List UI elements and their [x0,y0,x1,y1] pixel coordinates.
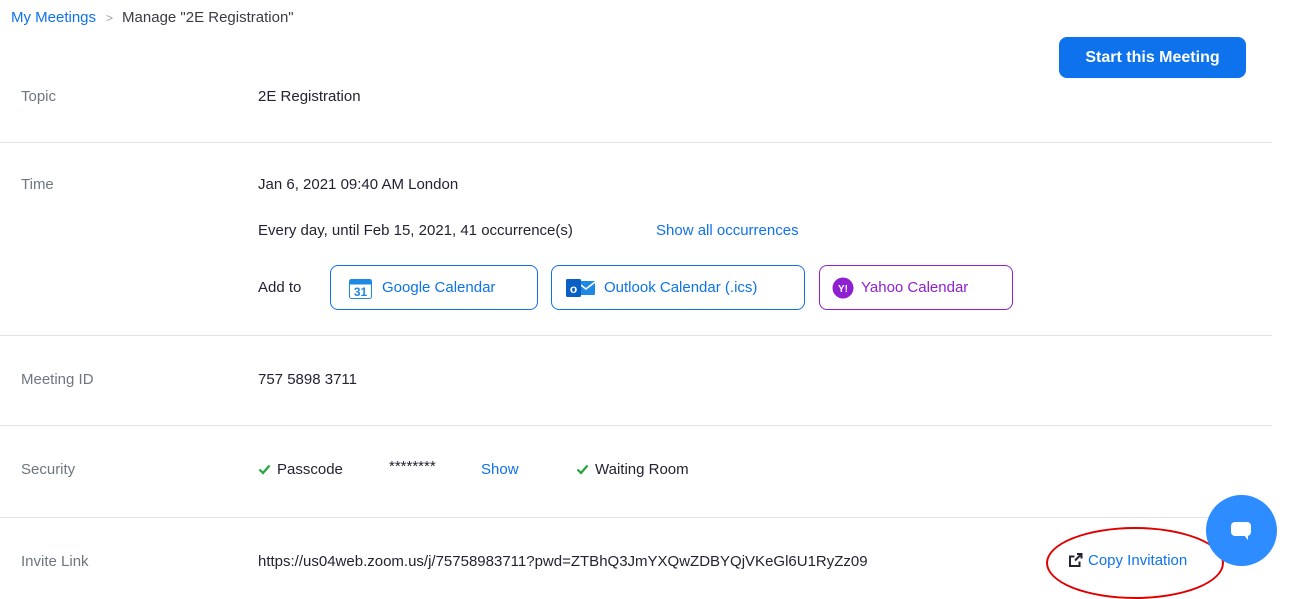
start-meeting-button[interactable]: Start this Meeting [1059,37,1246,78]
passcode-label: Passcode [277,461,343,478]
copy-invitation-label: Copy Invitation [1088,552,1188,569]
time-recurrence: Every day, until Feb 15, 2021, 41 occurr… [258,222,573,239]
google-calendar-button[interactable]: 31 Google Calendar [330,265,538,310]
google-calendar-icon: 31 [349,277,372,299]
divider [0,142,1272,143]
invite-link-url: https://us04web.zoom.us/j/75758983711?pw… [258,553,868,570]
add-to-label: Add to [258,279,302,296]
passcode-masked: ******** [389,458,436,475]
invite-link-label: Invite Link [21,553,89,570]
breadcrumb-separator: > [106,11,114,25]
meeting-id-value: 757 5898 3711 [258,371,357,388]
outlook-calendar-button[interactable]: o Outlook Calendar (.ics) [551,265,805,310]
show-all-occurrences-link[interactable]: Show all occurrences [656,222,799,239]
chat-button[interactable] [1206,495,1277,566]
waiting-room-label: Waiting Room [595,461,689,478]
yahoo-calendar-label: Yahoo Calendar [861,279,969,296]
breadcrumb-current: Manage "2E Registration" [122,9,294,26]
topic-label: Topic [21,88,57,105]
show-passcode-link[interactable]: Show [481,461,519,478]
meeting-id-label: Meeting ID [21,371,94,388]
yahoo-calendar-button[interactable]: Y! Yahoo Calendar [819,265,1013,310]
breadcrumb-my-meetings-link[interactable]: My Meetings [11,9,96,26]
divider [0,425,1272,426]
svg-text:31: 31 [354,285,368,299]
outlook-calendar-label: Outlook Calendar (.ics) [604,279,758,296]
svg-text:Y!: Y! [838,284,848,295]
topic-value: 2E Registration [258,88,361,105]
google-calendar-label: Google Calendar [382,279,496,296]
share-icon [1068,553,1083,568]
waiting-room-item: Waiting Room [576,461,689,478]
outlook-icon: o [566,277,596,299]
divider [0,517,1272,518]
chat-icon [1229,519,1255,543]
yahoo-icon: Y! [832,277,854,299]
breadcrumb: My Meetings > Manage "2E Registration" [11,9,294,26]
time-label: Time [21,176,54,193]
svg-text:o: o [570,282,577,296]
check-icon [258,464,271,475]
divider [0,335,1272,336]
passcode-item: Passcode [258,461,343,478]
copy-invitation-link[interactable]: Copy Invitation [1068,552,1187,569]
check-icon [576,464,589,475]
security-label: Security [21,461,76,478]
time-datetime: Jan 6, 2021 09:40 AM London [258,176,459,193]
